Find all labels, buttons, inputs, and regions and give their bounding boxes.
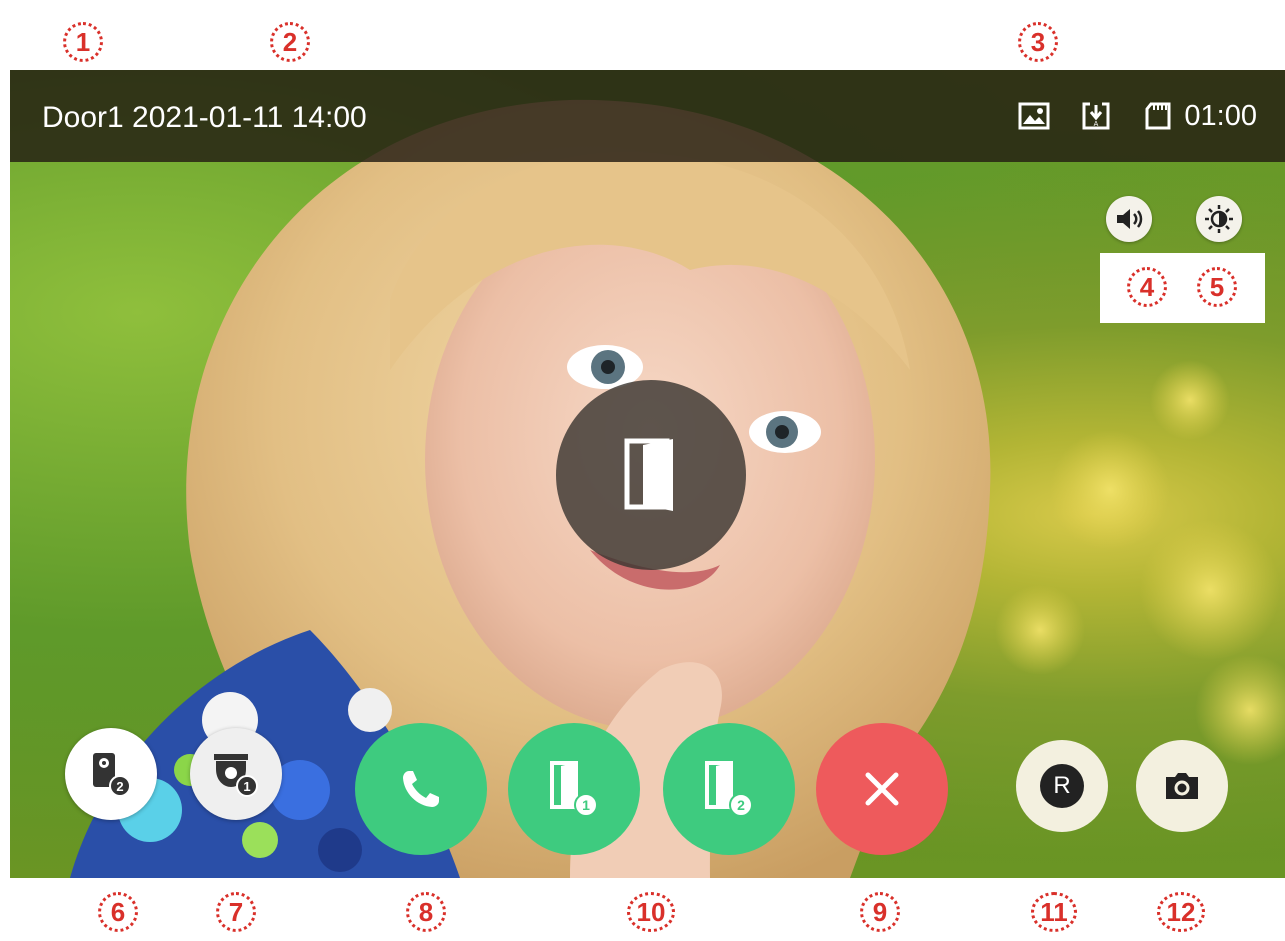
speaker-icon	[1117, 209, 1143, 229]
unlock-door-1-button[interactable]: 1	[508, 723, 640, 855]
close-icon	[865, 772, 899, 806]
switch-camera-button[interactable]: 1	[190, 728, 282, 820]
callout-2: 2	[270, 22, 310, 62]
callout-9: 9	[860, 892, 900, 932]
callout-11: 11	[1031, 892, 1077, 932]
unlock-door-button[interactable]	[556, 380, 746, 570]
camera-1-icon: 1	[214, 754, 258, 797]
image-icon[interactable]	[1017, 100, 1051, 132]
video-screen: Door1 2021-01-11 14:00 A 01:00 2 1 1 2 R	[10, 70, 1285, 878]
hang-up-button[interactable]	[816, 723, 948, 855]
door-datetime-label: Door1 2021-01-11 14:00	[42, 101, 367, 134]
unlock-door-2-button[interactable]: 2	[663, 723, 795, 855]
call-timer: 01:00	[1184, 100, 1257, 132]
record-button[interactable]: R	[1016, 740, 1108, 832]
svg-text:1: 1	[243, 779, 250, 794]
callout-1: 1	[63, 22, 103, 62]
unlock-door-1-icon: 1	[550, 761, 598, 817]
switch-door-station-button[interactable]: 2	[65, 728, 157, 820]
phone-icon	[403, 771, 439, 807]
svg-text:1: 1	[582, 797, 590, 813]
door-station-2-icon: 2	[93, 753, 131, 797]
callout-4: 4	[1127, 267, 1167, 307]
status-bar: Door1 2021-01-11 14:00 A 01:00	[10, 70, 1285, 162]
callout-10: 10	[627, 892, 675, 932]
callout-6: 6	[98, 892, 138, 932]
callout-box: 4 5	[1100, 253, 1265, 323]
callout-3: 3	[1018, 22, 1058, 62]
status-icons: A	[1017, 100, 1175, 132]
record-icon: R	[1040, 764, 1084, 808]
callout-8: 8	[406, 892, 446, 932]
download-icon[interactable]: A	[1079, 100, 1113, 132]
unlock-door-2-icon: 2	[705, 761, 753, 817]
camera-icon	[1166, 773, 1198, 799]
volume-button[interactable]	[1106, 196, 1152, 242]
svg-text:A: A	[1094, 121, 1099, 128]
brightness-icon	[1205, 205, 1233, 233]
door-open-icon	[624, 438, 673, 511]
brightness-button[interactable]	[1196, 196, 1242, 242]
callout-12: 12	[1157, 892, 1205, 932]
snapshot-button[interactable]	[1136, 740, 1228, 832]
answer-call-button[interactable]	[355, 723, 487, 855]
callout-7: 7	[216, 892, 256, 932]
svg-text:2: 2	[116, 779, 123, 794]
svg-text:2: 2	[737, 797, 745, 813]
callout-5: 5	[1197, 267, 1237, 307]
sd-card-icon[interactable]	[1141, 100, 1175, 132]
